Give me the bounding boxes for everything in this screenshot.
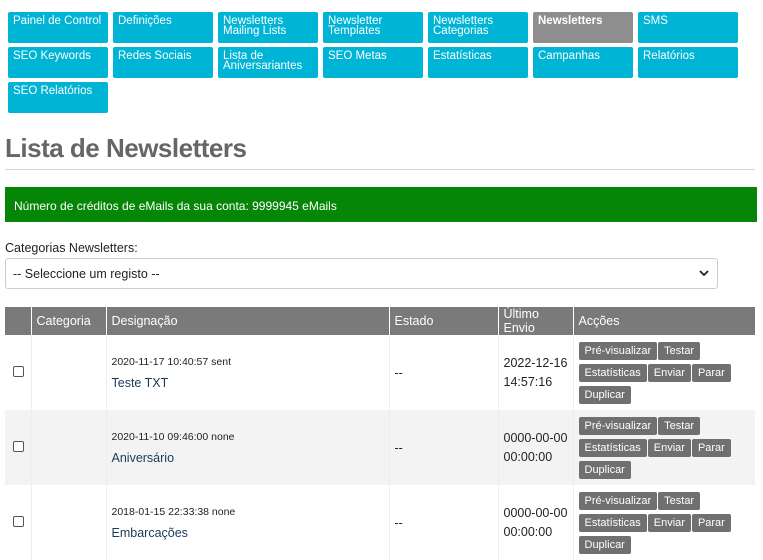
row-checkbox[interactable] <box>13 365 24 377</box>
row-ultimo-envio: 0000-00-00 00:00:00 <box>498 410 574 485</box>
table-row: 2020-11-10 09:46:00 none Aniversário -- 000… <box>5 410 755 485</box>
enviar-button[interactable]: Enviar <box>647 363 691 382</box>
category-filter-value: -- Seleccione um registo -- <box>13 267 160 281</box>
nav-button-9[interactable]: Lista de Aniversariantes <box>218 47 318 78</box>
row-estado: -- <box>389 335 499 410</box>
category-filter-label: Categorias Newsletters: <box>5 241 138 255</box>
parar-button[interactable]: Parar <box>691 513 731 532</box>
row-categoria <box>31 335 107 410</box>
parar-button[interactable]: Parar <box>691 363 731 382</box>
row-select-cell <box>5 485 32 560</box>
estatisticas-button[interactable]: Estatísticas <box>578 513 647 532</box>
row-estado: -- <box>389 410 499 485</box>
row-actions: Pré-visualizar Testar Estatísticas Enviar Pa… <box>573 335 755 410</box>
table-header-row: Categoria Designação Estado Último Envio… <box>5 307 755 335</box>
nav-button-0[interactable]: Painel de Control <box>8 12 108 43</box>
row-designacao: 2020-11-17 10:40:57 sent Teste TXT <box>106 335 390 410</box>
row-designacao: 2020-11-10 09:46:00 none Aniversário <box>106 410 390 485</box>
pre-visualizar-button[interactable]: Pré-visualizar <box>578 416 658 435</box>
row-envio-date: 0000-00-00 <box>503 505 568 520</box>
row-envio-date: 0000-00-00 <box>503 430 568 445</box>
nav-button-11[interactable]: Estatísticas <box>428 47 528 78</box>
table-row: 2020-11-17 10:40:57 sent Teste TXT -- 2022-… <box>5 335 755 410</box>
nav-button-2[interactable]: Newsletters Mailing Lists <box>218 12 318 43</box>
row-select-cell <box>5 410 32 485</box>
nav-button-1[interactable]: Definições <box>113 12 213 43</box>
row-meta: 2020-11-10 09:46:00 none <box>111 430 235 443</box>
nav-button-14[interactable]: SEO Relatórios <box>8 82 108 113</box>
parar-button[interactable]: Parar <box>691 438 731 457</box>
table-row: 2018-01-15 22:33:38 none Embarcações -- 000… <box>5 485 755 560</box>
nav-button-4[interactable]: Newsletters Categorias <box>428 12 528 43</box>
testar-button[interactable]: Testar <box>658 416 701 435</box>
nav-button-7[interactable]: SEO Keywords <box>8 47 108 78</box>
estatisticas-button[interactable]: Estatísticas <box>578 363 647 382</box>
row-checkbox[interactable] <box>13 440 24 452</box>
row-select-cell <box>5 335 32 410</box>
row-name-link[interactable]: Aniversário <box>112 451 384 465</box>
row-actions: Pré-visualizar Testar Estatísticas Enviar Pa… <box>573 410 755 485</box>
row-envio-time: 00:00:00 <box>503 524 553 539</box>
row-checkbox[interactable] <box>13 515 24 527</box>
row-estado: -- <box>389 485 499 560</box>
row-designacao: 2018-01-15 22:33:38 none Embarcações <box>106 485 390 560</box>
row-envio-date: 2022-12-16 <box>503 355 568 370</box>
row-envio-time: 00:00:00 <box>503 449 553 464</box>
duplicar-button[interactable]: Duplicar <box>578 460 631 479</box>
main-nav: Painel de Control Definições Newsletters M… <box>8 12 748 113</box>
nav-button-10[interactable]: SEO Metas <box>323 47 423 78</box>
duplicar-button[interactable]: Duplicar <box>578 535 631 554</box>
testar-button[interactable]: Testar <box>658 491 701 510</box>
page-title: Lista de Newsletters <box>5 133 247 163</box>
header-designacao[interactable]: Designação <box>106 307 390 335</box>
row-actions: Pré-visualizar Testar Estatísticas Enviar Pa… <box>573 485 755 560</box>
enviar-button[interactable]: Enviar <box>647 513 691 532</box>
nav-button-12[interactable]: Campanhas <box>533 47 633 78</box>
header-estado[interactable]: Estado <box>389 307 499 335</box>
nav-button-13[interactable]: Relatórios <box>638 47 738 78</box>
chevron-down-icon <box>699 270 709 277</box>
estatisticas-button[interactable]: Estatísticas <box>578 438 647 457</box>
title-divider <box>5 169 755 170</box>
row-categoria <box>31 410 107 485</box>
row-meta: 2018-01-15 22:33:38 none <box>111 505 236 518</box>
row-ultimo-envio: 0000-00-00 00:00:00 <box>498 485 574 560</box>
nav-button-5[interactable]: Newsletters <box>533 12 633 43</box>
row-name-link[interactable]: Embarcações <box>112 526 384 540</box>
header-categoria[interactable]: Categoria <box>31 307 107 335</box>
header-select <box>5 307 32 335</box>
row-envio-time: 14:57:16 <box>503 374 553 389</box>
credits-banner: Número de créditos de eMails da sua cont… <box>5 187 757 222</box>
row-meta: 2020-11-17 10:40:57 sent <box>111 355 231 368</box>
nav-button-8[interactable]: Redes Sociais <box>113 47 213 78</box>
row-ultimo-envio: 2022-12-16 14:57:16 <box>498 335 574 410</box>
nav-button-3[interactable]: Newsletter Templates <box>323 12 423 43</box>
category-filter-select[interactable]: -- Seleccione um registo -- <box>5 258 718 289</box>
newsletters-table: Categoria Designação Estado Último Envio… <box>5 307 755 560</box>
duplicar-button[interactable]: Duplicar <box>578 385 631 404</box>
testar-button[interactable]: Testar <box>658 341 701 360</box>
row-name-link[interactable]: Teste TXT <box>112 376 384 390</box>
enviar-button[interactable]: Enviar <box>647 438 691 457</box>
header-accoes: Acções <box>573 307 755 335</box>
header-ultimo-envio[interactable]: Último Envio <box>498 307 574 335</box>
pre-visualizar-button[interactable]: Pré-visualizar <box>578 491 658 510</box>
pre-visualizar-button[interactable]: Pré-visualizar <box>578 341 658 360</box>
nav-button-6[interactable]: SMS <box>638 12 738 43</box>
row-categoria <box>31 485 107 560</box>
